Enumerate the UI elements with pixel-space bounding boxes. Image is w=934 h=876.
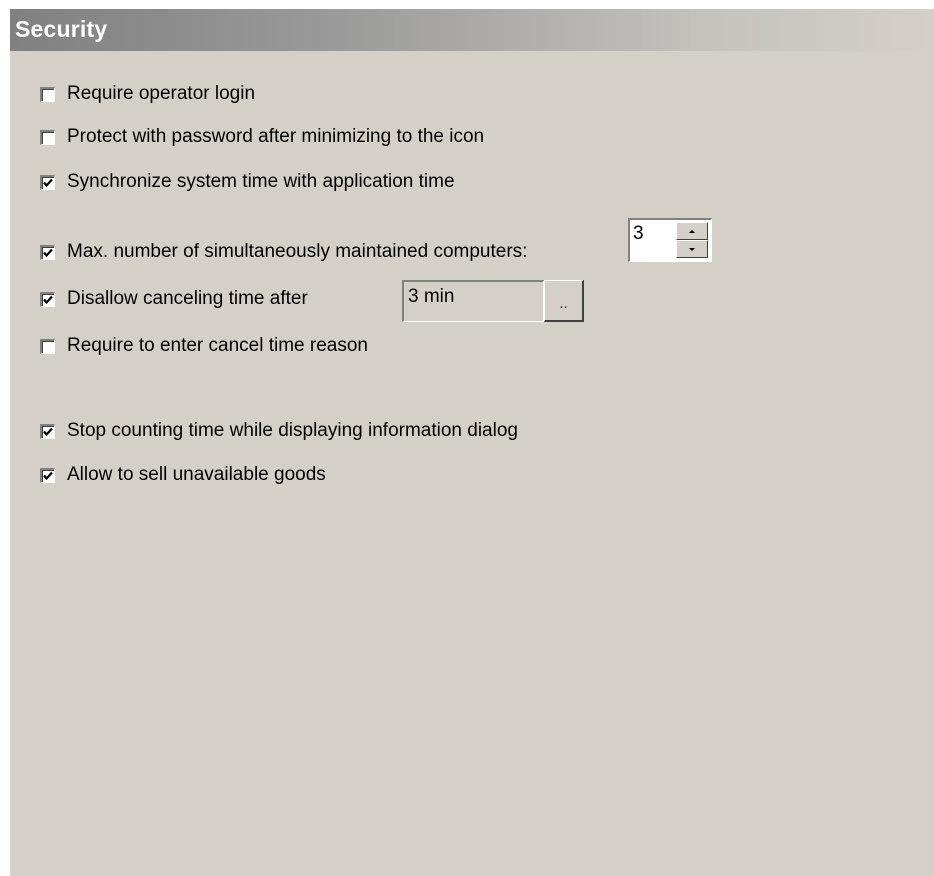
checkbox[interactable] bbox=[40, 338, 55, 354]
checkbox[interactable] bbox=[40, 423, 55, 439]
option-label: Synchronize system time with application… bbox=[67, 171, 455, 192]
option-label: Allow to sell unavailable goods bbox=[67, 464, 326, 485]
spin-up-button[interactable] bbox=[676, 222, 708, 240]
option-disallow-canceling-time[interactable]: Disallow canceling time after bbox=[40, 287, 308, 311]
arrow-down-icon bbox=[689, 247, 695, 251]
spin-down-button[interactable] bbox=[676, 240, 708, 258]
option-require-cancel-reason[interactable]: Require to enter cancel time reason bbox=[40, 334, 368, 358]
cancel-time-field[interactable]: 3 min bbox=[402, 280, 544, 322]
option-label: Require operator login bbox=[67, 83, 256, 104]
cancel-time-browse-button[interactable]: .. bbox=[544, 280, 584, 322]
max-computers-value[interactable]: 3 bbox=[633, 223, 644, 245]
section-header: Security bbox=[10, 9, 934, 51]
cancel-time-value: 3 min bbox=[408, 286, 455, 307]
checkmark-icon bbox=[43, 248, 53, 257]
option-label: Protect with password after minimizing t… bbox=[67, 126, 485, 147]
security-panel: Security Require operator login Protect … bbox=[10, 9, 934, 876]
checkmark-icon bbox=[43, 178, 53, 187]
checkmark-icon bbox=[43, 471, 53, 480]
checkmark-icon bbox=[43, 295, 53, 304]
checkbox[interactable] bbox=[40, 467, 55, 483]
section-title: Security bbox=[15, 16, 108, 42]
option-label: Require to enter cancel time reason bbox=[67, 335, 368, 356]
option-label: Disallow canceling time after bbox=[67, 288, 308, 309]
option-label: Stop counting time while displaying info… bbox=[67, 420, 518, 441]
checkbox[interactable] bbox=[40, 86, 55, 102]
checkbox[interactable] bbox=[40, 174, 55, 190]
checkbox[interactable] bbox=[40, 129, 55, 145]
checkbox[interactable] bbox=[40, 291, 55, 307]
option-synchronize-system-time[interactable]: Synchronize system time with application… bbox=[40, 170, 455, 194]
option-require-operator-login[interactable]: Require operator login bbox=[40, 82, 255, 106]
option-label: Max. number of simultaneously maintained… bbox=[67, 241, 528, 262]
option-stop-counting-time[interactable]: Stop counting time while displaying info… bbox=[40, 419, 518, 443]
arrow-up-icon bbox=[689, 229, 695, 233]
checkbox[interactable] bbox=[40, 244, 55, 260]
option-allow-sell-unavailable[interactable]: Allow to sell unavailable goods bbox=[40, 463, 326, 487]
checkmark-icon bbox=[43, 427, 53, 436]
option-max-computers[interactable]: Max. number of simultaneously maintained… bbox=[40, 240, 527, 264]
option-protect-with-password[interactable]: Protect with password after minimizing t… bbox=[40, 125, 484, 149]
max-computers-spinbox[interactable]: 3 bbox=[628, 218, 712, 262]
